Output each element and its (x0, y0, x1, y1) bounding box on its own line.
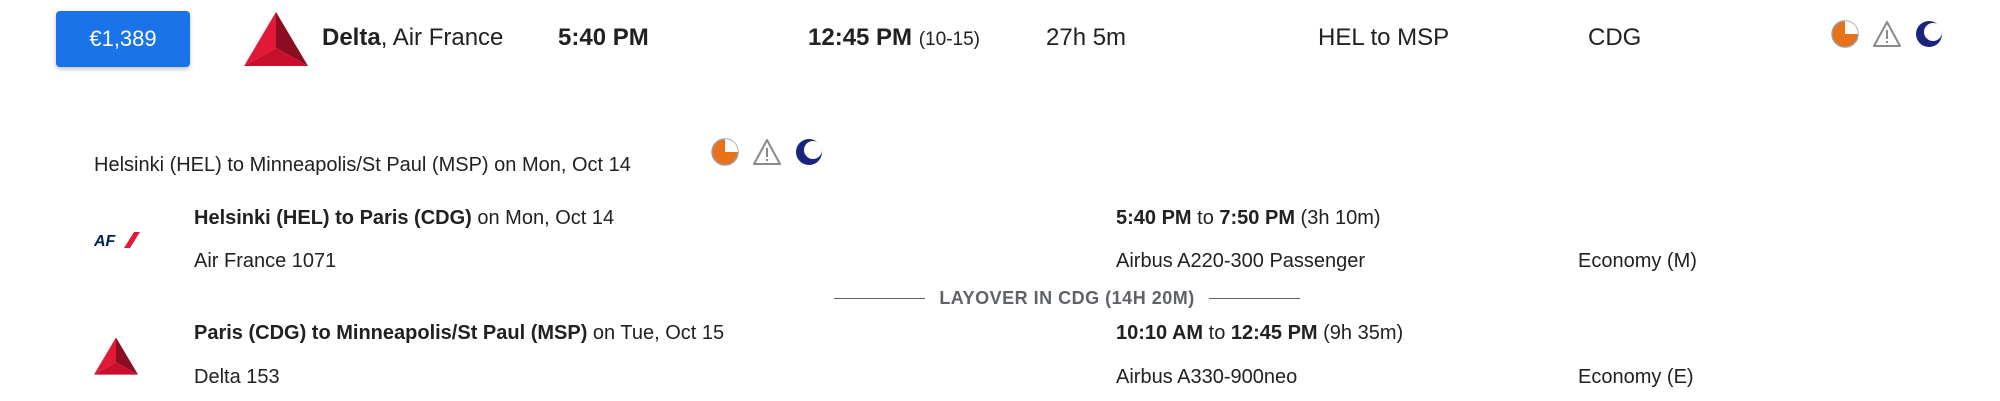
segment-cabin: Economy (E) (1578, 366, 1694, 388)
svg-text:AF: AF (94, 233, 117, 250)
segment-route: Helsinki (HEL) to Paris (CDG) on Mon, Oc… (194, 203, 614, 233)
segment-route-cities: Helsinki (HEL) to Paris (CDG) (194, 207, 472, 229)
arrive-time: 12:45 PM (808, 24, 913, 51)
segment-route: Paris (CDG) to Minneapolis/St Paul (MSP)… (194, 318, 724, 348)
layover-divider: LAYOVER IN CDG (14H 20M) (834, 284, 1301, 312)
air-france-logo: AF (94, 232, 140, 250)
segment-depart-time: 10:10 AM (1116, 322, 1204, 344)
segment-times: 10:10 AM to 12:45 PM (9h 35m) (1116, 318, 1403, 348)
segment-aircraft: Airbus A330-900neo (1116, 366, 1298, 388)
segment-aircraft: Airbus A220-300 Passenger (1116, 250, 1366, 272)
arrive-date: (10-15) (918, 29, 980, 50)
warning-icon[interactable] (1872, 19, 1902, 49)
segment-times: 5:40 PM to 7:50 PM (3h 10m) (1116, 203, 1381, 233)
airline-secondary: , Air France (380, 24, 504, 51)
itinerary-icons (710, 137, 824, 167)
divider-line (834, 297, 926, 299)
total-duration: 27h 5m (1046, 24, 1127, 51)
segment-depart-time: 5:40 PM (1116, 207, 1192, 229)
airline-names: Delta, Air France (322, 22, 503, 54)
segment-to: to (1191, 207, 1220, 229)
segment-date: on Tue, Oct 15 (587, 322, 725, 344)
segment-route-cities: Paris (CDG) to Minneapolis/St Paul (MSP) (194, 322, 588, 344)
segment-duration: (9h 35m) (1317, 322, 1404, 344)
segment-date: on Mon, Oct 14 (471, 207, 615, 229)
warning-icon[interactable] (752, 137, 782, 167)
delta-logo (94, 337, 138, 375)
depart-time: 5:40 PM (558, 24, 649, 51)
arrive-info: 12:45 PM (10-15) (808, 22, 980, 56)
airline-primary: Delta (322, 24, 381, 51)
layover-label: LAYOVER IN CDG (14H 20M) (939, 287, 1195, 308)
segment-cabin: Economy (M) (1578, 250, 1697, 272)
divider-line (1208, 297, 1301, 299)
night-flight-icon[interactable] (1914, 19, 1944, 49)
night-flight-icon[interactable] (794, 137, 824, 167)
segment-arrive-time: 12:45 PM (1230, 322, 1318, 344)
partial-time-icon[interactable] (1830, 19, 1860, 49)
price-button[interactable]: €1,389 (56, 11, 190, 67)
segment-flight-number: Delta 153 (194, 366, 280, 388)
segment-to: to (1203, 322, 1231, 344)
delta-logo (244, 12, 308, 66)
segment-duration: (3h 10m) (1294, 207, 1381, 229)
summary-icons (1830, 19, 1944, 49)
partial-time-icon[interactable] (710, 137, 740, 167)
itinerary-title: Helsinki (HEL) to Minneapolis/St Paul (M… (94, 154, 631, 176)
segment-flight-number: Air France 1071 (194, 250, 337, 272)
layover-airports: CDG (1588, 24, 1642, 51)
route-summary: HEL to MSP (1318, 24, 1450, 51)
segment-arrive-time: 7:50 PM (1219, 207, 1295, 229)
